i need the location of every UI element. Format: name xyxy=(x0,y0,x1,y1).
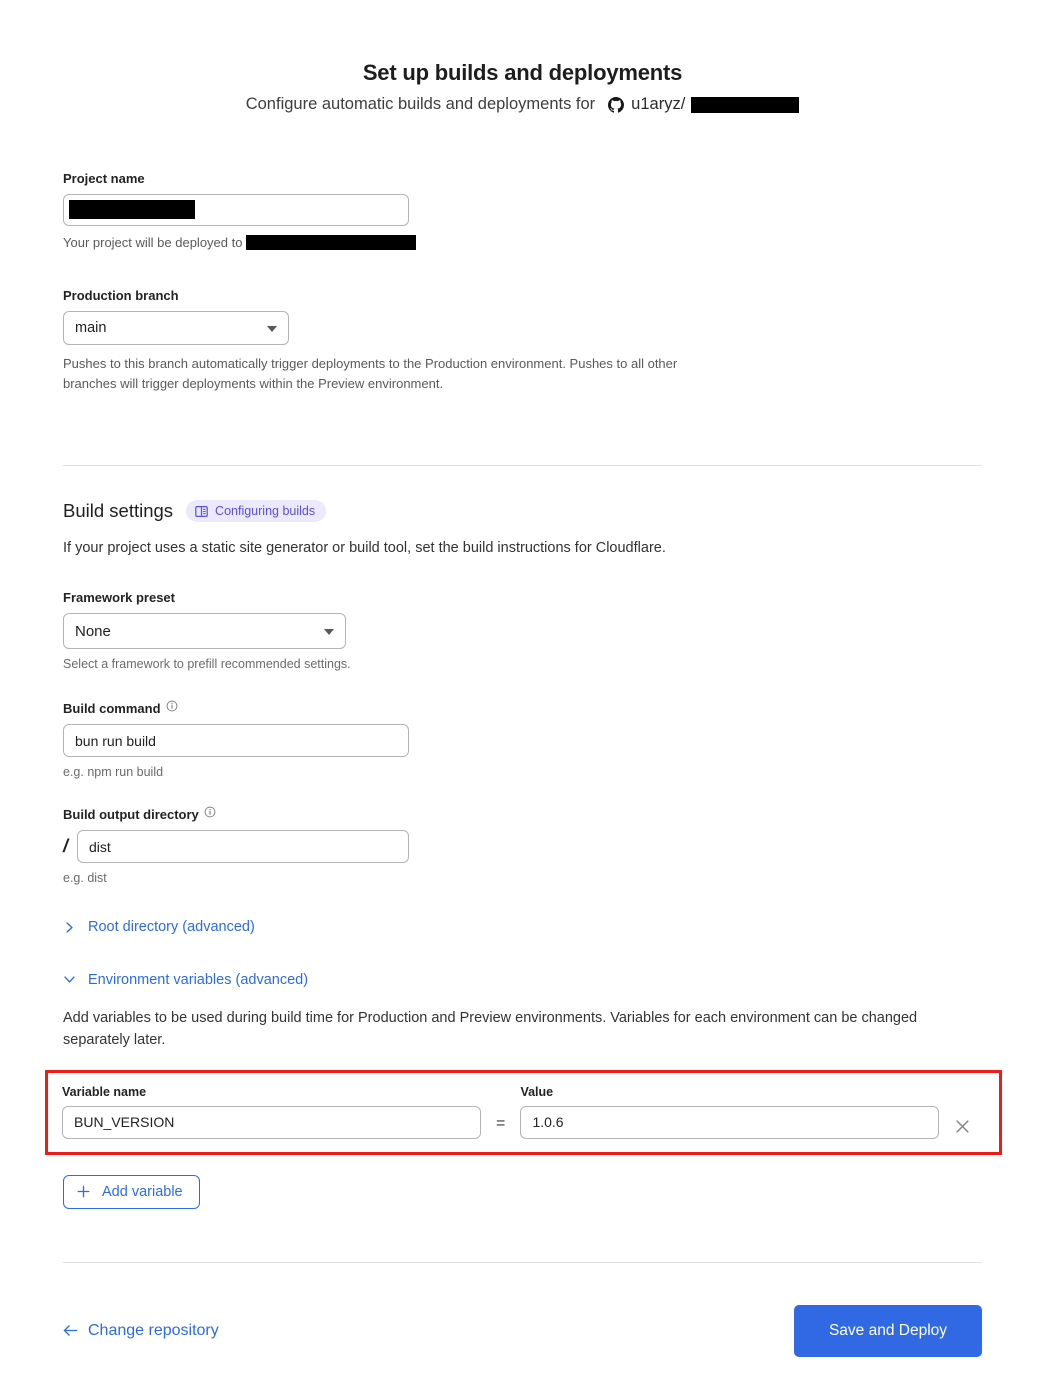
build-settings-heading: Build settings xyxy=(63,500,174,522)
framework-preset-select[interactable]: None xyxy=(63,613,346,650)
equals-sign: = xyxy=(496,1114,506,1132)
build-settings-header: Build settings Configuring builds xyxy=(63,500,982,523)
configuring-builds-badge[interactable]: Configuring builds xyxy=(186,500,327,523)
build-output-label-text: Build output directory xyxy=(63,807,199,823)
environment-variables-toggle[interactable]: Environment variables (advanced) xyxy=(63,972,308,988)
production-branch-helper: Pushes to this branch automatically trig… xyxy=(63,356,678,392)
project-name-input-wrap xyxy=(63,194,409,226)
page-title: Set up builds and deployments xyxy=(362,60,683,85)
form-content: Project name Your project will be deploy… xyxy=(45,114,1002,1357)
setup-builds-page: Set up builds and deployments Configure … xyxy=(0,0,1045,1400)
build-command-label: Build command xyxy=(63,700,982,717)
arrow-left-icon xyxy=(63,1324,78,1337)
environment-variables-disclosure[interactable]: Environment variables (advanced) xyxy=(63,972,982,992)
build-command-label-text: Build command xyxy=(63,701,161,717)
build-output-row: / xyxy=(63,830,982,864)
env-var-row: Variable name = Value xyxy=(62,1085,985,1139)
production-branch-label: Production branch xyxy=(63,288,179,303)
project-name-label: Project name xyxy=(63,171,145,186)
build-command-helper: e.g. npm run build xyxy=(63,765,164,780)
env-vars-description: Add variables to be used during build ti… xyxy=(63,1010,918,1049)
env-vars-highlight-box: Variable name = Value xyxy=(45,1069,1002,1155)
build-command-input[interactable] xyxy=(63,724,409,758)
env-var-name-input[interactable] xyxy=(62,1105,481,1139)
build-output-input[interactable] xyxy=(77,830,410,864)
framework-preset-helper: Select a framework to prefill recommende… xyxy=(63,657,351,672)
build-output-label: Build output directory xyxy=(63,806,982,823)
add-variable-label: Add variable xyxy=(102,1183,183,1200)
info-icon[interactable] xyxy=(166,700,178,712)
add-variable-button[interactable]: Add variable xyxy=(63,1174,200,1209)
redacted-deploy-domain xyxy=(246,235,417,250)
chevron-right-icon xyxy=(63,921,76,934)
info-icon[interactable] xyxy=(204,806,216,818)
production-branch-select[interactable]: main xyxy=(63,311,289,345)
section-divider-top xyxy=(63,465,982,467)
framework-preset-value: None xyxy=(75,622,111,640)
root-directory-label: Root directory (advanced) xyxy=(88,919,255,936)
project-name-field: Project name Your project will be deploy… xyxy=(63,171,982,250)
subtitle-text: Configure automatic builds and deploymen… xyxy=(245,95,596,113)
save-and-deploy-button[interactable]: Save and Deploy xyxy=(794,1304,982,1357)
page-header: Set up builds and deployments Configure … xyxy=(0,0,1045,114)
env-var-value-input[interactable] xyxy=(520,1105,940,1139)
build-settings-description: If your project uses a static site gener… xyxy=(63,540,666,557)
chevron-down-icon xyxy=(267,326,277,332)
production-branch-field: Production branch main Pushes to this br… xyxy=(63,288,982,394)
change-repository-label: Change repository xyxy=(88,1321,219,1339)
remove-env-var-button[interactable] xyxy=(939,1118,985,1139)
badge-label: Configuring builds xyxy=(215,504,316,519)
deploy-note-text: Your project will be deployed to xyxy=(63,235,243,250)
form-footer: Change repository Save and Deploy xyxy=(63,1304,982,1357)
root-directory-disclosure[interactable]: Root directory (advanced) xyxy=(63,919,982,939)
deploy-target-note: Your project will be deployed to xyxy=(63,235,982,250)
redacted-project-name xyxy=(69,200,195,219)
page-subtitle: Configure automatic builds and deploymen… xyxy=(0,95,1045,114)
build-output-directory-field: Build output directory / e.g. dist xyxy=(63,806,982,886)
framework-preset-label: Framework preset xyxy=(63,590,175,606)
build-output-helper: e.g. dist xyxy=(63,871,107,886)
path-prefix-slash: / xyxy=(63,835,69,856)
github-icon xyxy=(608,96,625,113)
build-settings-section: Build settings Configuring builds If you… xyxy=(63,500,982,556)
section-divider-bottom xyxy=(63,1261,982,1263)
build-command-field: Build command e.g. npm run build xyxy=(63,700,982,780)
change-repository-link[interactable]: Change repository xyxy=(63,1322,219,1340)
repo-owner-label: u1aryz/ xyxy=(631,95,686,113)
env-var-name-col: Variable name xyxy=(62,1085,481,1139)
chevron-down-icon xyxy=(63,973,76,986)
production-branch-value: main xyxy=(75,320,107,336)
close-icon xyxy=(954,1118,971,1135)
env-var-value-header: Value xyxy=(520,1084,554,1099)
environment-variables-label: Environment variables (advanced) xyxy=(88,971,309,988)
repository-reference: u1aryz/ xyxy=(608,95,800,114)
redacted-repo-name xyxy=(691,96,800,113)
root-directory-toggle[interactable]: Root directory (advanced) xyxy=(63,919,255,935)
env-var-value-col: Value xyxy=(520,1084,940,1139)
chevron-down-icon xyxy=(324,629,334,636)
book-icon xyxy=(195,505,208,518)
env-var-name-header: Variable name xyxy=(62,1084,147,1099)
plus-icon xyxy=(77,1185,90,1198)
framework-preset-field: Framework preset None Select a framework… xyxy=(63,590,982,671)
